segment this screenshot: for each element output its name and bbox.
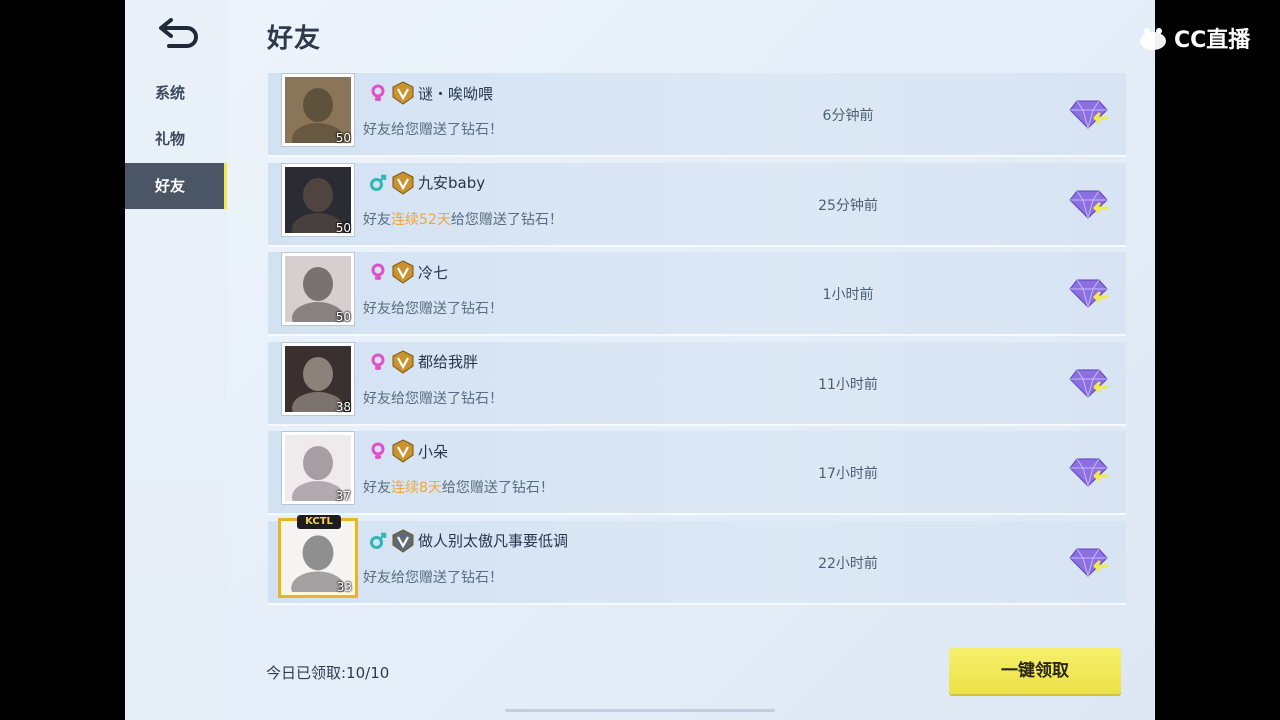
gift-message: 好友给您赠送了钻石！ bbox=[363, 301, 503, 317]
rank-badge-icon bbox=[392, 528, 414, 553]
page-title: 好友 bbox=[267, 24, 322, 54]
male-icon bbox=[370, 174, 387, 191]
friend-name: 九安baby bbox=[418, 174, 486, 192]
friend-level: 50 bbox=[335, 310, 351, 324]
friend-avatar[interactable]: 38 bbox=[281, 341, 355, 424]
cc-live-watermark: CC直播 bbox=[1138, 20, 1268, 56]
friend-avatar[interactable]: 50 bbox=[281, 73, 355, 155]
friend-name: 谜・唉呦喂 bbox=[418, 84, 494, 103]
cc-logo-icon bbox=[1140, 28, 1166, 50]
female-icon bbox=[371, 442, 385, 459]
friend-avatar[interactable]: KCTL 33 bbox=[278, 514, 358, 604]
gift-time: 25分钟前 bbox=[818, 197, 878, 214]
friend-row: KCTL 33 做人别太傲凡事要低调 好友给您赠送了钻石！ 22小时前 bbox=[268, 514, 1126, 605]
friend-level: 50 bbox=[335, 131, 351, 145]
friend-avatar[interactable]: 50 bbox=[281, 162, 355, 245]
gift-message: 好友给您赠送了钻石！ bbox=[363, 569, 503, 586]
friend-avatar[interactable]: 50 bbox=[281, 252, 355, 334]
sidebar: 系统 礼物 好友 bbox=[125, 0, 227, 720]
diamond-return-icon[interactable] bbox=[1069, 455, 1109, 489]
gift-time: 22小时前 bbox=[818, 555, 878, 572]
friend-level: 33 bbox=[336, 579, 352, 594]
friend-level: 37 bbox=[335, 489, 351, 503]
friend-row: 50 谜・唉呦喂 好友给您赠送了钻石！ 6分钟前 bbox=[268, 73, 1126, 157]
streak-highlight: 连续52天 bbox=[391, 211, 451, 228]
gift-time: 11小时前 bbox=[818, 376, 878, 393]
scroll-indicator bbox=[505, 709, 775, 712]
rank-badge-icon bbox=[392, 170, 414, 195]
rank-badge-icon bbox=[392, 439, 414, 463]
gift-time: 17小时前 bbox=[818, 466, 878, 482]
streak-highlight: 连续8天 bbox=[391, 480, 442, 496]
rank-badge-icon bbox=[392, 81, 414, 105]
gift-time: 6分钟前 bbox=[822, 108, 874, 124]
friend-name: 做人别太傲凡事要低调 bbox=[418, 532, 569, 550]
sidebar-item-friends[interactable]: 好友 bbox=[125, 163, 227, 209]
friend-row: 50 九安baby 好友连续52天给您赠送了钻石！ 25分钟前 bbox=[268, 162, 1126, 247]
friend-name: 都给我胖 bbox=[418, 353, 479, 371]
friend-gift-list[interactable]: 50 谜・唉呦喂 好友给您赠送了钻石！ 6分钟前 50 九安baby 好友连续5… bbox=[268, 73, 1126, 610]
diamond-return-icon[interactable] bbox=[1069, 276, 1109, 310]
sidebar-item-system[interactable]: 系统 bbox=[125, 70, 227, 116]
friend-avatar[interactable]: 37 bbox=[281, 431, 355, 513]
gift-message: 好友连续52天给您赠送了钻石！ bbox=[363, 211, 563, 228]
watermark-text: CC直播 bbox=[1174, 28, 1251, 53]
friend-name: 小朵 bbox=[418, 442, 449, 461]
diamond-return-icon[interactable] bbox=[1069, 187, 1109, 221]
game-panel: 系统 礼物 好友 好友 50 谜・唉呦喂 好友给您赠送了钻石！ 6分钟前 50 … bbox=[125, 0, 1155, 720]
claimed-count: 今日已领取:10/10 bbox=[266, 664, 390, 682]
gift-time: 1小时前 bbox=[822, 287, 874, 303]
diamond-return-icon[interactable] bbox=[1069, 97, 1109, 131]
friend-row: 38 都给我胖 好友给您赠送了钻石！ 11小时前 bbox=[268, 341, 1126, 426]
female-icon bbox=[371, 84, 385, 101]
gift-message: 好友给您赠送了钻石！ bbox=[363, 390, 503, 407]
rank-badge-icon bbox=[392, 260, 414, 284]
friend-name: 冷七 bbox=[418, 263, 449, 282]
claim-all-button[interactable]: 一键领取 bbox=[949, 648, 1121, 694]
friend-row: 50 冷七 好友给您赠送了钻石！ 1小时前 bbox=[268, 252, 1126, 336]
gift-message: 好友连续8天给您赠送了钻石！ bbox=[363, 480, 554, 496]
rank-badge-icon bbox=[392, 349, 414, 374]
friend-level: 38 bbox=[335, 399, 351, 414]
gift-message: 好友给您赠送了钻石！ bbox=[363, 122, 503, 138]
sidebar-item-gift[interactable]: 礼物 bbox=[125, 116, 227, 162]
diamond-return-icon[interactable] bbox=[1069, 545, 1109, 579]
friend-level: 50 bbox=[335, 220, 351, 235]
diamond-return-icon[interactable] bbox=[1069, 366, 1109, 400]
female-icon bbox=[371, 263, 385, 280]
back-arrow-icon[interactable] bbox=[157, 14, 203, 54]
friend-row: 37 小朵 好友连续8天给您赠送了钻石！ 17小时前 bbox=[268, 431, 1126, 515]
female-icon bbox=[371, 353, 385, 370]
male-icon bbox=[370, 532, 387, 549]
avatar-frame-tag: KCTL bbox=[297, 514, 341, 529]
